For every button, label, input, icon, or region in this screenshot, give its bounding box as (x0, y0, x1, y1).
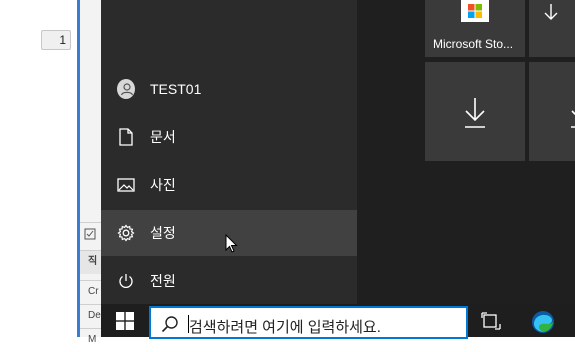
start-menu-power[interactable]: 전원 (101, 258, 357, 304)
start-button[interactable] (101, 304, 149, 337)
user-avatar-icon (117, 79, 135, 99)
store-logo-icon (461, 0, 489, 22)
power-icon (117, 272, 135, 290)
gear-icon (117, 224, 135, 242)
user-name-label: TEST01 (150, 81, 202, 97)
task-view-icon[interactable] (481, 312, 501, 330)
settings-label: 설정 (150, 225, 176, 241)
taskbar-search-box[interactable]: 검색하려면 여기에 입력하세요. (149, 306, 468, 339)
documents-label: 문서 (150, 129, 176, 145)
background-stepper[interactable]: 1 (41, 30, 71, 50)
start-menu-documents[interactable]: 문서 (101, 114, 357, 160)
tile-download-partial[interactable] (529, 62, 575, 161)
mouse-cursor-icon (225, 234, 238, 253)
start-menu-pictures[interactable]: 사진 (101, 162, 357, 208)
tile-microsoft-store[interactable]: Microsoft Sto... (425, 0, 525, 57)
panel-row: 직 (80, 250, 101, 274)
start-tiles-area: Microsoft Sto... (357, 0, 575, 304)
power-label: 전원 (150, 273, 176, 289)
store-tile-label: Microsoft Sto... (433, 37, 514, 51)
edge-browser-icon[interactable] (531, 310, 555, 334)
download-arrow-icon (571, 110, 575, 128)
pictures-icon (117, 176, 135, 194)
panel-row: Cr (80, 280, 101, 304)
tile-partial-top[interactable] (529, 0, 575, 57)
background-panel: 직 Cr De M (80, 0, 101, 345)
start-menu-left-column: TEST01 문서 사진 설정 전원 (101, 0, 357, 304)
panel-row: De (80, 304, 101, 328)
taskbar: 검색하려면 여기에 입력하세요. (101, 304, 575, 339)
start-menu-user[interactable]: TEST01 (101, 66, 357, 112)
download-arrow-icon (465, 98, 485, 128)
panel-icon-row (80, 222, 101, 246)
search-placeholder: 검색하려면 여기에 입력하세요. (189, 319, 381, 336)
panel-row: M (80, 328, 101, 352)
document-icon (117, 128, 135, 146)
download-arrow-icon (544, 4, 558, 20)
tile-download[interactable] (425, 62, 525, 161)
pictures-label: 사진 (150, 177, 176, 193)
search-icon (161, 316, 178, 333)
windows-logo-icon (116, 311, 134, 330)
checkbox-icon (84, 228, 96, 240)
